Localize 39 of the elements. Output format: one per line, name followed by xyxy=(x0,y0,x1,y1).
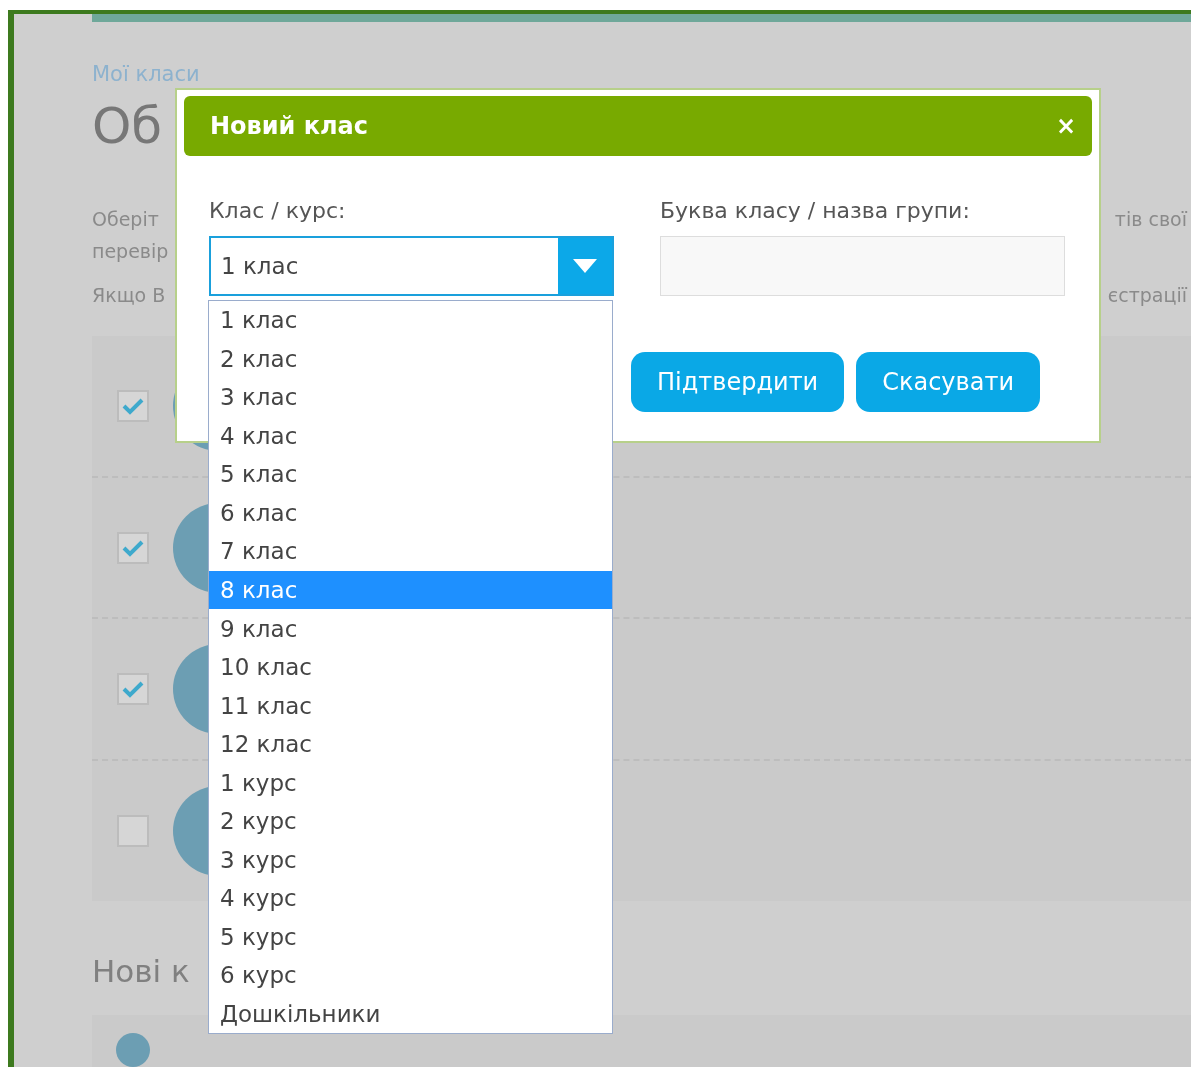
dropdown-option[interactable]: 2 клас xyxy=(209,339,612,379)
dropdown-option[interactable]: 11 клас xyxy=(209,686,612,725)
dropdown-option[interactable]: 9 клас xyxy=(209,609,612,648)
intro-text: тів свої xyxy=(1114,207,1187,232)
caret-icon xyxy=(572,258,598,274)
dropdown-option[interactable]: 3 клас xyxy=(209,378,612,417)
field-label: Клас / курс: xyxy=(209,198,347,225)
dropdown-option[interactable]: 5 клас xyxy=(209,455,612,494)
intro-text: Оберіт xyxy=(92,207,159,232)
dropdown-option[interactable]: 5 курс xyxy=(209,917,612,957)
check-icon xyxy=(122,538,144,557)
checkbox[interactable] xyxy=(117,815,149,848)
input-field[interactable] xyxy=(660,236,1065,296)
dropdown-option[interactable]: 4 клас xyxy=(209,416,612,456)
class-select[interactable]: 1 клас xyxy=(209,236,614,296)
dropdown-option[interactable]: 1 клас xyxy=(209,301,612,340)
checkbox[interactable] xyxy=(117,389,149,422)
section-heading: Нові к xyxy=(92,953,190,989)
intro-text: єстрації xyxy=(1107,283,1187,308)
intro-text: перевір xyxy=(92,239,169,264)
dropdown-option[interactable]: 2 курс xyxy=(209,801,612,841)
dropdown-option[interactable]: 3 курс xyxy=(209,840,612,879)
dropdown-option[interactable]: Дошкільники xyxy=(209,994,612,1034)
dropdown-option[interactable]: 1 курс xyxy=(209,763,612,802)
page-heading: Об xyxy=(92,95,163,156)
dropdown-option[interactable]: 12 клас xyxy=(209,724,612,764)
dropdown-option[interactable]: 4 курс xyxy=(209,878,612,918)
field-label: Буква класу / назва групи: xyxy=(660,198,971,225)
check-icon xyxy=(122,680,144,699)
dropdown-option[interactable]: 7 клас xyxy=(209,532,612,571)
class-avatar xyxy=(116,1033,150,1067)
dropdown-option[interactable]: 10 клас xyxy=(209,647,612,687)
check-icon xyxy=(122,396,144,415)
dialog-title: Новий клас xyxy=(210,112,369,140)
dropdown-option[interactable]: 6 курс xyxy=(209,956,612,995)
checkbox[interactable] xyxy=(117,673,149,706)
checkbox[interactable] xyxy=(117,531,149,564)
dropdown-option[interactable]: 6 клас xyxy=(209,493,612,533)
intro-text: Якщо В xyxy=(92,283,166,308)
